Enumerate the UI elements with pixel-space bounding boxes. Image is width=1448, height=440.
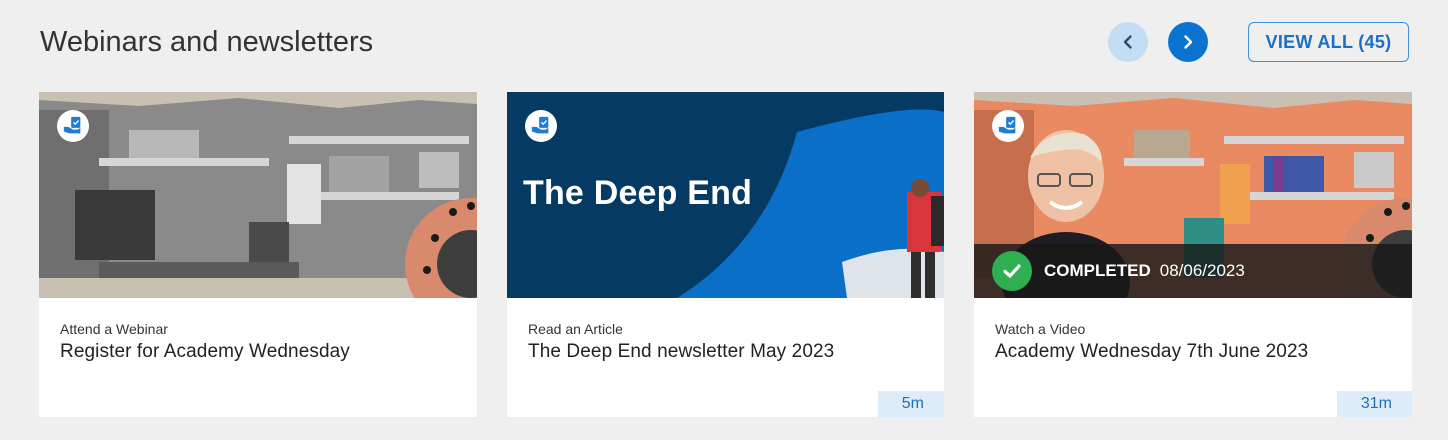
- content-card-article[interactable]: The Deep End Read an Article The Deep En…: [507, 92, 944, 417]
- card-title[interactable]: Register for Academy Wednesday: [60, 341, 350, 363]
- section-title: Webinars and newsletters: [40, 26, 374, 58]
- duration-badge: 31m: [1336, 391, 1412, 417]
- hand-with-document-icon: [63, 116, 81, 134]
- chevron-right-icon: [1184, 35, 1193, 49]
- view-all-button[interactable]: VIEW ALL (45): [1248, 22, 1409, 62]
- article-type-badge: [525, 110, 557, 142]
- content-card-webinar[interactable]: Attend a Webinar Register for Academy We…: [39, 92, 477, 417]
- chevron-left-icon: [1123, 35, 1132, 49]
- hand-with-document-icon: [998, 116, 1016, 134]
- duration-badge: 5m: [877, 391, 944, 417]
- banner-title: The Deep End: [523, 174, 753, 212]
- card-thumbnail: [39, 92, 477, 298]
- check-circle-icon: [992, 251, 1032, 291]
- card-kind-label: Read an Article: [528, 321, 623, 337]
- completed-date: 08/06/2023: [1159, 261, 1245, 280]
- hand-with-document-icon: [531, 116, 549, 134]
- content-card-video[interactable]: COMPLETED 08/06/2023 Watch a Video Acade…: [974, 92, 1412, 417]
- article-type-badge: [992, 110, 1024, 142]
- article-type-badge: [57, 110, 89, 142]
- office-scene-image: [39, 92, 477, 298]
- carousel-next-button[interactable]: [1168, 22, 1208, 62]
- card-kind-label: Watch a Video: [995, 321, 1086, 337]
- completed-status-bar: COMPLETED 08/06/2023: [974, 244, 1412, 298]
- card-title[interactable]: The Deep End newsletter May 2023: [528, 341, 834, 363]
- card-thumbnail: The Deep End: [507, 92, 944, 298]
- card-title[interactable]: Academy Wednesday 7th June 2023: [995, 341, 1308, 363]
- card-thumbnail: COMPLETED 08/06/2023: [974, 92, 1412, 298]
- carousel-prev-button[interactable]: [1108, 22, 1148, 62]
- card-kind-label: Attend a Webinar: [60, 321, 168, 337]
- completed-label: COMPLETED: [1044, 261, 1151, 280]
